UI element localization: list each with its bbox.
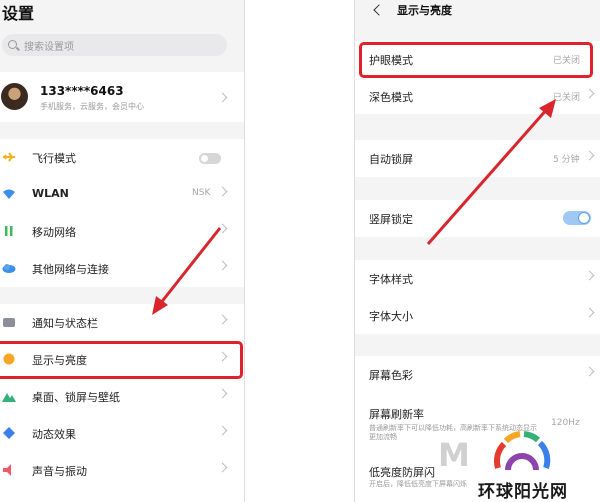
item-label: 屏幕刷新率 [369,408,424,421]
chevron-right-icon [217,425,228,436]
list-item-wlan[interactable]: WLAN NSK [0,176,244,213]
item-label: 字体样式 [369,273,413,286]
item-label: 深色模式 [369,91,413,104]
list-item-screen-color[interactable]: 屏幕色彩 [355,356,600,393]
font-group: 字体样式 字体大小 [355,260,600,334]
avatar [1,83,28,110]
chevron-right-icon [584,150,595,161]
chevron-right-icon [584,366,595,377]
list-item-font-size[interactable]: 字体大小 [355,297,600,334]
item-label: 低亮度防屏闪 [369,466,435,479]
auto-lock-value: 5 分钟 [553,155,580,165]
effects-icon [3,427,15,439]
page-title: 显示与亮度 [397,4,452,17]
watermark-mark: M [438,436,470,474]
list-item-effects[interactable]: 动态效果 [0,415,244,452]
search-input[interactable]: 搜索设置项 [2,34,227,56]
watermark-logo-icon [493,431,551,471]
system-group: 通知与状态栏 显示与亮度 桌面、锁屏与壁纸 动态效果 声音与振动 [0,304,244,502]
item-label: 屏幕色彩 [369,369,413,382]
speaker-icon [3,464,11,476]
watermark-text: 环球阳光网 [478,482,568,502]
chevron-right-icon [217,388,228,399]
item-label: 通知与状态栏 [32,317,98,330]
mobile-data-icon [5,226,13,236]
list-item-mobile[interactable]: 移动网络 [0,213,244,250]
chevron-right-icon [584,88,595,99]
list-item-portrait-lock[interactable]: 竖屏锁定 [355,200,600,237]
list-item-wallpaper[interactable]: 桌面、锁屏与壁纸 [0,378,244,415]
item-label: 桌面、锁屏与壁纸 [32,391,120,404]
list-item-airplane[interactable]: 飞行模式 [0,139,244,176]
chevron-right-icon [217,462,228,473]
chevron-right-icon [217,186,228,197]
page-title: 设置 [2,4,35,23]
item-label: WLAN [32,187,69,200]
account-name: 133****6463 [40,84,124,98]
item-label: 自动锁屏 [369,153,413,166]
list-item-notification[interactable]: 通知与状态栏 [0,304,244,341]
chevron-right-icon [217,260,228,271]
chevron-right-icon [217,314,228,325]
network-group: 飞行模式 WLAN NSK 移动网络 其他网络与连接 [0,139,244,287]
airplane-toggle[interactable] [199,153,221,164]
item-label: 字体大小 [369,310,413,323]
cloud-link-icon [2,264,16,273]
display-highlight-box [0,341,243,379]
search-placeholder: 搜索设置项 [24,42,74,53]
item-label: 飞行模式 [32,152,76,165]
dark-mode-value: 已关闭 [553,93,581,103]
notification-icon [3,318,15,327]
watermark: M 环球阳光网 [438,424,600,502]
list-item-sound[interactable]: 声音与振动 [0,452,244,489]
auto-lock-group: 自动锁屏 5 分钟 [355,140,600,177]
wifi-icon [3,189,15,199]
item-label: 其他网络与连接 [32,263,109,276]
wlan-value: NSK [192,188,211,198]
list-item-font-style[interactable]: 字体样式 [355,260,600,297]
chevron-right-icon [584,307,595,318]
account-subtitle: 手机服务，云服务，会员中心 [40,102,144,111]
item-label: 竖屏锁定 [369,213,413,226]
chevron-right-icon [217,223,228,234]
portrait-lock-toggle[interactable] [563,211,591,225]
search-icon [8,40,17,49]
settings-panel: 设置 搜索设置项 133****6463 手机服务，云服务，会员中心 飞行模式 … [0,0,245,502]
list-item-other-network[interactable]: 其他网络与连接 [0,250,244,287]
back-arrow-icon[interactable] [373,4,385,16]
airplane-icon [3,152,15,162]
rotation-group: 竖屏锁定 [355,200,600,237]
wallpaper-icon [2,393,16,402]
item-label: 移动网络 [32,226,76,239]
list-item-auto-lock[interactable]: 自动锁屏 5 分钟 [355,140,600,177]
item-label: 动态效果 [32,428,76,441]
list-item-dark-mode[interactable]: 深色模式 已关闭 [355,78,600,115]
eye-care-highlight-box [359,42,593,78]
item-label: 声音与振动 [32,465,87,478]
chevron-right-icon [584,270,595,281]
